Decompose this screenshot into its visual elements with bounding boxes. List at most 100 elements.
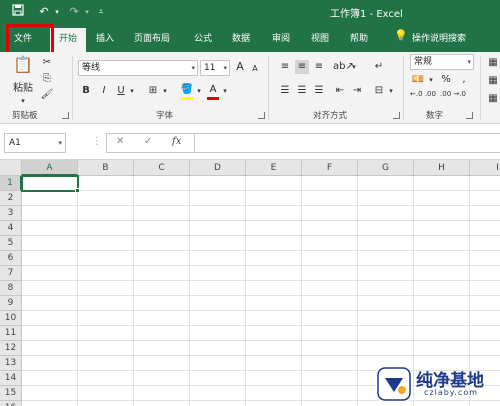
align-left-icon[interactable]: ☰ (278, 84, 292, 98)
conditional-formatting-icon[interactable]: ▦ (486, 56, 500, 70)
tell-me-search[interactable]: 操作说明搜索 (412, 31, 466, 44)
row-header[interactable]: 16 (0, 401, 22, 406)
row-header[interactable]: 8 (0, 281, 22, 296)
wrap-text-icon[interactable]: ↵ (372, 60, 386, 74)
row-header[interactable]: 5 (0, 236, 22, 251)
tab-page-layout[interactable]: 页面布局 (134, 31, 170, 44)
align-center-icon[interactable]: ☰ (295, 84, 309, 98)
clipboard-launcher-icon[interactable] (62, 112, 69, 119)
column-header[interactable]: F (302, 160, 358, 176)
percent-style-button[interactable]: % (440, 73, 452, 87)
row-header[interactable]: 9 (0, 296, 22, 311)
borders-dropdown-icon[interactable]: ▾ (161, 84, 169, 98)
number-launcher-icon[interactable] (466, 112, 473, 119)
tab-review[interactable]: 审阅 (272, 31, 290, 44)
column-header[interactable]: A (22, 160, 78, 176)
orientation-dropdown-icon[interactable]: ▾ (350, 60, 358, 74)
active-cell-a1[interactable] (21, 175, 79, 192)
undo-icon[interactable]: ↶ (36, 4, 52, 20)
alignment-launcher-icon[interactable] (393, 112, 400, 119)
name-box[interactable]: A1 ▾ (4, 133, 66, 153)
tab-insert[interactable]: 插入 (96, 31, 114, 44)
font-size-dropdown[interactable]: 11 ▾ (200, 60, 230, 76)
row-header[interactable]: 11 (0, 326, 22, 341)
align-middle-icon[interactable]: ≡ (295, 60, 309, 74)
row-header[interactable]: 10 (0, 311, 22, 326)
alignment-group-label: 对齐方式 (313, 111, 348, 121)
underline-button[interactable]: U (115, 84, 127, 98)
formula-input[interactable] (194, 133, 500, 153)
cut-icon[interactable]: ✂ (40, 56, 54, 70)
number-format-dropdown[interactable]: 常规 ▾ (410, 54, 474, 70)
row-header[interactable]: 7 (0, 266, 22, 281)
comma-style-button[interactable]: , (458, 73, 470, 87)
align-top-icon[interactable]: ≡ (278, 60, 292, 74)
chevron-down-icon[interactable]: ▾ (58, 134, 62, 152)
increase-indent-icon[interactable]: ⇥ (350, 84, 364, 98)
row-header[interactable]: 13 (0, 356, 22, 371)
bold-button[interactable]: B (80, 84, 92, 98)
italic-button[interactable]: I (98, 84, 110, 98)
underline-dropdown-icon[interactable]: ▾ (128, 84, 136, 98)
accounting-dropdown-icon[interactable]: ▾ (427, 73, 435, 87)
decrease-indent-icon[interactable]: ⇤ (333, 84, 347, 98)
accounting-format-icon[interactable]: 💴 (410, 73, 426, 87)
tab-home[interactable]: 开始 (50, 28, 86, 52)
select-all-corner[interactable] (0, 160, 22, 176)
merge-dropdown-icon[interactable]: ▾ (387, 84, 395, 98)
customize-quick-access-icon[interactable]: ⩡ (96, 4, 106, 20)
column-header[interactable]: I (470, 160, 500, 176)
format-painter-icon[interactable]: 🖌 (40, 88, 54, 102)
name-box-value: A1 (9, 138, 21, 148)
column-header[interactable]: E (246, 160, 302, 176)
row-header[interactable]: 4 (0, 221, 22, 236)
align-bottom-icon[interactable]: ≡ (312, 60, 326, 74)
row-header[interactable]: 14 (0, 371, 22, 386)
copy-icon[interactable]: ⎘ (40, 72, 54, 86)
font-color-dropdown-icon[interactable]: ▾ (221, 84, 229, 98)
column-header[interactable]: C (134, 160, 190, 176)
row-header[interactable]: 2 (0, 191, 22, 206)
group-divider (403, 56, 404, 120)
increase-decimal-button[interactable]: ←.0 .00 (410, 90, 436, 98)
font-color-icon[interactable]: A (207, 83, 219, 97)
fill-color-icon[interactable]: 🪣 (180, 83, 194, 97)
grow-font-icon[interactable]: A (234, 60, 246, 74)
tab-help[interactable]: 帮助 (350, 31, 368, 44)
confirm-icon[interactable]: ✓ (144, 136, 152, 147)
format-as-table-icon[interactable]: ▦ (486, 74, 500, 88)
column-header[interactable]: H (414, 160, 470, 176)
column-header[interactable]: G (358, 160, 414, 176)
paste-icon[interactable]: 📋 (10, 57, 36, 80)
undo-dropdown-icon[interactable]: ▾ (52, 4, 62, 20)
redo-dropdown-icon[interactable]: ▾ (82, 4, 92, 20)
tab-data[interactable]: 数据 (232, 31, 250, 44)
merge-center-icon[interactable]: ⊟ (372, 84, 386, 98)
decrease-decimal-button[interactable]: .00 →.0 (440, 90, 466, 98)
fill-color-dropdown-icon[interactable]: ▾ (195, 84, 203, 98)
row-header[interactable]: 12 (0, 341, 22, 356)
tab-formulas[interactable]: 公式 (194, 31, 212, 44)
row-header[interactable]: 6 (0, 251, 22, 266)
row-header[interactable]: 15 (0, 386, 22, 401)
clipboard-group-label: 剪贴板 (12, 111, 38, 121)
paste-dropdown-icon[interactable]: ▾ (18, 94, 28, 108)
column-header[interactable]: D (190, 160, 246, 176)
redo-icon[interactable]: ↷ (66, 4, 82, 20)
align-right-icon[interactable]: ☰ (312, 84, 326, 98)
font-launcher-icon[interactable] (258, 112, 265, 119)
orientation-icon[interactable]: ab↗ (333, 60, 354, 74)
column-header[interactable]: B (78, 160, 134, 176)
insert-function-icon[interactable]: fx (172, 136, 181, 147)
shrink-font-icon[interactable]: A (250, 62, 260, 76)
watermark-logo-icon (376, 366, 412, 402)
row-header[interactable]: 3 (0, 206, 22, 221)
save-icon[interactable] (10, 4, 26, 20)
row-header[interactable]: 1 (0, 176, 22, 191)
tab-view[interactable]: 视图 (311, 31, 329, 44)
cell-styles-icon[interactable]: ▦ (486, 92, 500, 106)
borders-icon[interactable]: ⊞ (146, 84, 160, 98)
cancel-icon[interactable]: ✕ (116, 136, 124, 147)
font-name-dropdown[interactable]: 等线 ▾ (78, 60, 198, 76)
fill-handle[interactable] (75, 188, 80, 193)
